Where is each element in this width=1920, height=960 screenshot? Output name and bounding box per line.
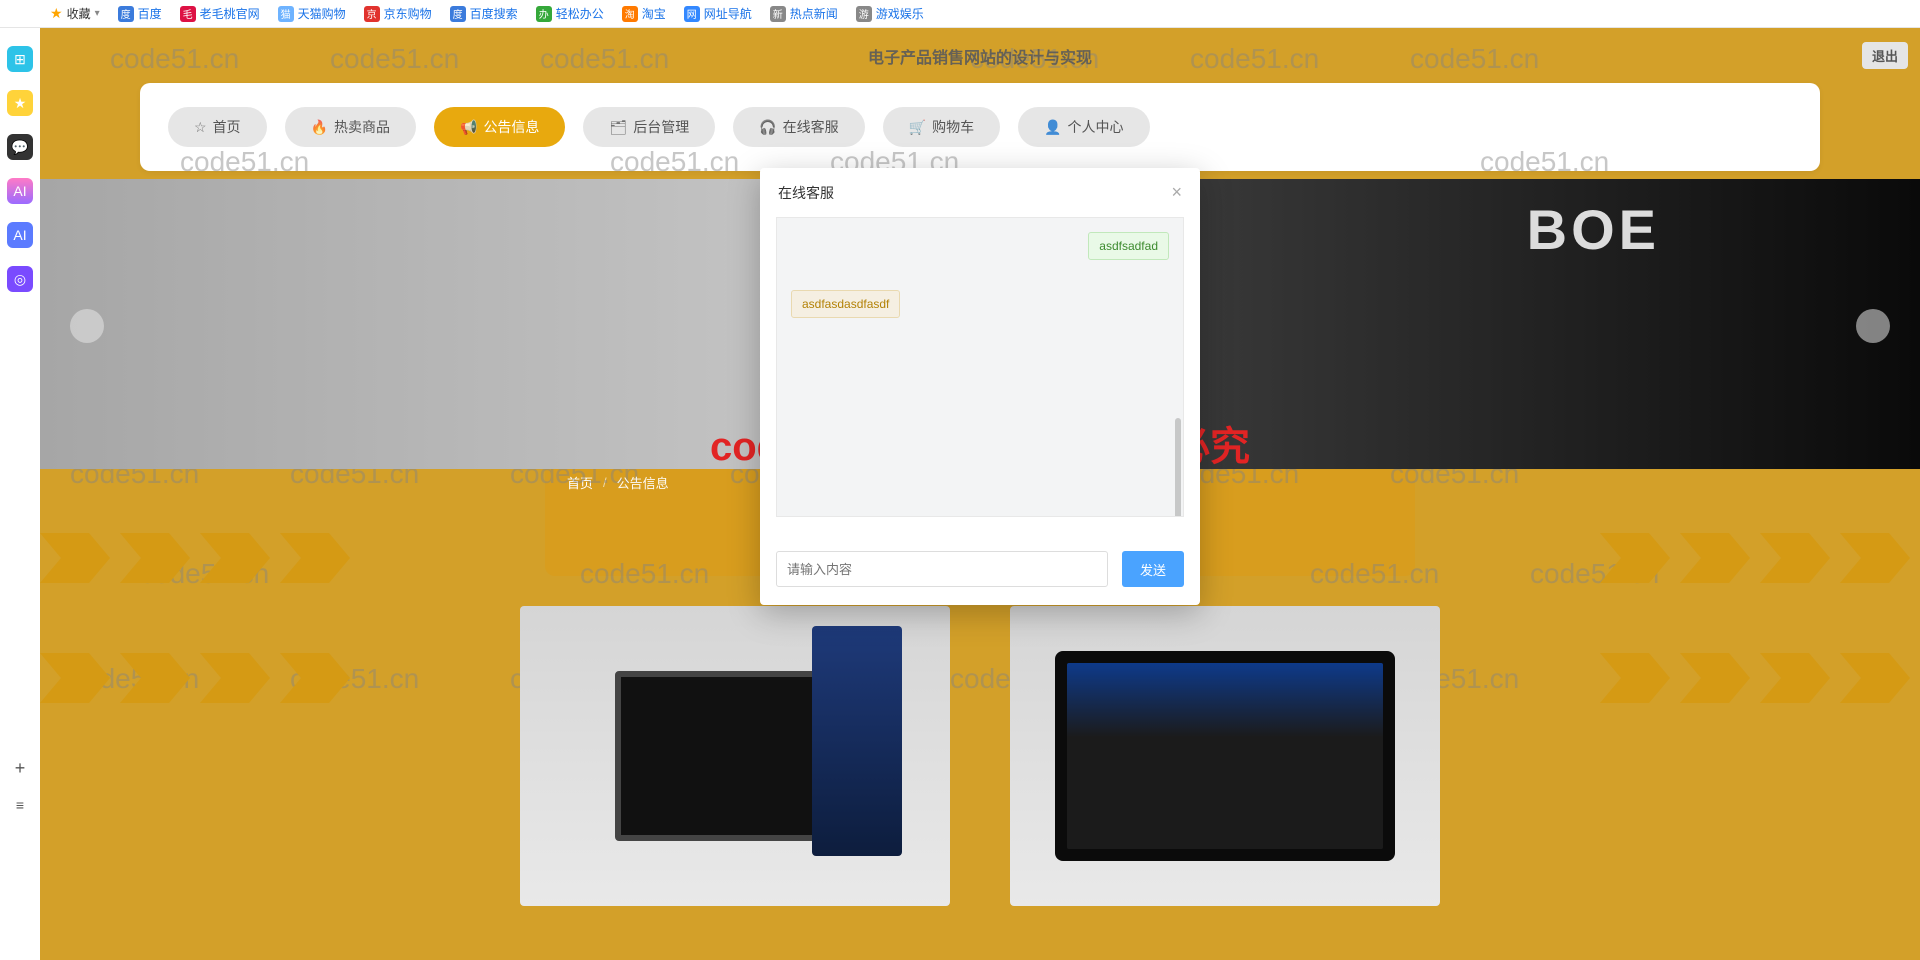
bookmark-link[interactable]: 淘淘宝 bbox=[622, 5, 666, 22]
chevron-down-icon: ▾ bbox=[95, 8, 100, 19]
chat-footer: 发送 bbox=[760, 517, 1200, 605]
bookmark-link[interactable]: 京京东购物 bbox=[364, 5, 432, 22]
bookmarks-bar: ★ 收藏 ▾ 度百度 毛老毛桃官网 猫天猫购物 京京东购物 度百度搜索 办轻松办… bbox=[0, 0, 1920, 28]
star-icon: ★ bbox=[50, 5, 63, 22]
site-icon: 网 bbox=[684, 6, 700, 22]
site-icon: 办 bbox=[536, 6, 552, 22]
app-icon[interactable]: ★ bbox=[7, 90, 33, 116]
bookmark-link[interactable]: 网网址导航 bbox=[684, 5, 752, 22]
site-icon: 新 bbox=[770, 6, 786, 22]
bookmark-link[interactable]: 新热点新闻 bbox=[770, 5, 838, 22]
site-icon: 游 bbox=[856, 6, 872, 22]
app-icon[interactable]: AI bbox=[7, 222, 33, 248]
site-icon: 毛 bbox=[180, 6, 196, 22]
bookmark-link[interactable]: 猫天猫购物 bbox=[278, 5, 346, 22]
bookmark-link[interactable]: 度百度搜索 bbox=[450, 5, 518, 22]
bookmark-link[interactable]: 毛老毛桃官网 bbox=[180, 5, 260, 22]
app-icon[interactable]: ⊞ bbox=[7, 46, 33, 72]
menu-icon[interactable]: ≡ bbox=[16, 797, 24, 813]
app-icon[interactable]: 💬 bbox=[7, 134, 33, 160]
modal-header: 在线客服 × bbox=[760, 168, 1200, 217]
close-icon[interactable]: × bbox=[1171, 182, 1182, 203]
favorites-dropdown[interactable]: ★ 收藏 ▾ bbox=[50, 5, 100, 22]
page-body: code51.cn code51.cn code51.cn code51.cn … bbox=[40, 28, 1920, 960]
send-button[interactable]: 发送 bbox=[1122, 551, 1184, 587]
modal-mask: 在线客服 × asdfsadfad asdfasdasdfasdf 发送 bbox=[40, 28, 1920, 960]
site-icon: 度 bbox=[450, 6, 466, 22]
chat-message-incoming: asdfasdasdfasdf bbox=[791, 290, 900, 318]
chat-modal: 在线客服 × asdfsadfad asdfasdasdfasdf 发送 bbox=[760, 168, 1200, 605]
sidebar-apps: ⊞ ★ 💬 AI AI ◎ + ≡ bbox=[0, 28, 40, 813]
chat-input[interactable] bbox=[776, 551, 1108, 587]
chat-message-outgoing: asdfsadfad bbox=[1088, 232, 1169, 260]
site-icon: 淘 bbox=[622, 6, 638, 22]
app-icon[interactable]: ◎ bbox=[7, 266, 33, 292]
modal-title: 在线客服 bbox=[778, 183, 834, 203]
site-icon: 猫 bbox=[278, 6, 294, 22]
bookmark-link[interactable]: 办轻松办公 bbox=[536, 5, 604, 22]
site-icon: 京 bbox=[364, 6, 380, 22]
site-icon: 度 bbox=[118, 6, 134, 22]
bookmark-link[interactable]: 游游戏娱乐 bbox=[856, 5, 924, 22]
chat-messages[interactable]: asdfsadfad asdfasdasdfasdf bbox=[776, 217, 1184, 517]
app-icon[interactable]: AI bbox=[7, 178, 33, 204]
scrollbar[interactable] bbox=[1175, 418, 1181, 517]
bookmark-link[interactable]: 度百度 bbox=[118, 5, 162, 22]
add-app-icon[interactable]: + bbox=[15, 758, 26, 779]
favorites-label: 收藏 bbox=[67, 5, 91, 22]
